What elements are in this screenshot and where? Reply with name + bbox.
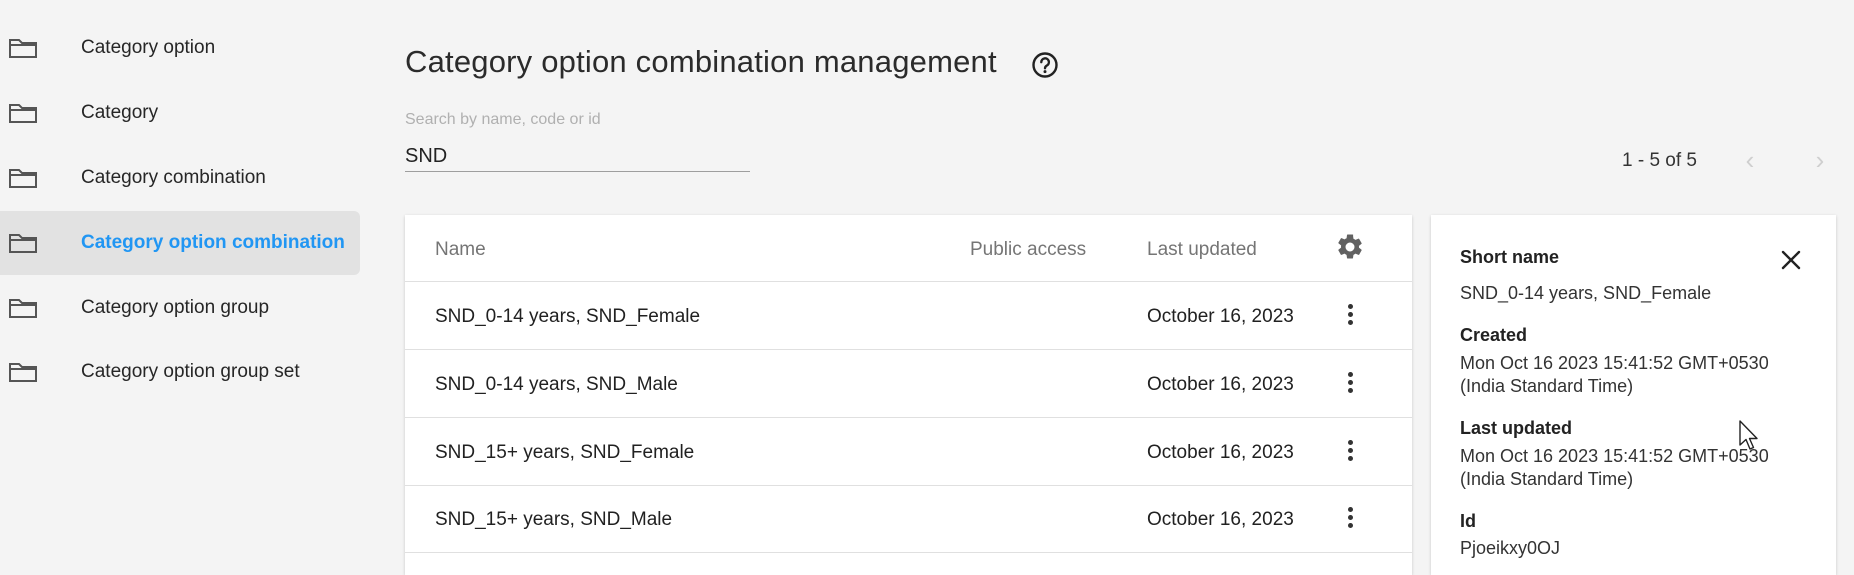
column-header-last-updated[interactable]: Last updated [1147,239,1257,261]
detail-last-updated-value-tz: (India Standard Time) [1460,469,1634,489]
data-table: Name Public access Last updated SND_0-14… [405,215,1412,575]
mouse-cursor-icon [1739,420,1758,450]
cell-name: SND_15+ years, SND_Female [435,442,695,463]
folder-icon [9,363,37,382]
sidebar-item-label: Category option group [81,297,270,318]
table-row[interactable]: SND_15+ years, SND_Male October 16, 2023 [405,485,1412,553]
sidebar-item-label: Category option [81,37,216,58]
detail-short-name-label: Short name [1460,247,1560,267]
search-label: Search by name, code or id [405,111,601,128]
sidebar-item-category-combination[interactable]: Category combination [0,146,360,210]
gear-icon[interactable] [1335,232,1365,262]
details-panel: Short name SND_0-14 years, SND_Female Cr… [1431,215,1836,575]
detail-id-label: Id [1460,511,1476,531]
sidebar-item-label: Category combination [81,167,266,188]
folder-icon [9,39,37,58]
detail-id-value: Pjoeikxy0OJ [1460,538,1561,558]
sidebar-item-category-option-group[interactable]: Category option group [0,276,360,340]
table-header: Name Public access Last updated [405,215,1412,282]
cell-last-updated: October 16, 2023 [1147,306,1294,327]
table-row[interactable]: SND_0-14 years, SND_Male October 16, 202… [405,350,1412,418]
column-header-name[interactable]: Name [435,239,486,261]
more-vert-icon[interactable] [1341,301,1359,331]
sidebar-item-category-option-group-set[interactable]: Category option group set [0,340,360,404]
sidebar-item-label: Category option group set [81,361,300,382]
detail-created-value-tz: (India Standard Time) [1460,376,1634,396]
detail-last-updated-label: Last updated [1460,418,1573,438]
cell-last-updated: October 16, 2023 [1147,374,1294,395]
detail-created-label: Created [1460,325,1528,345]
page-title: Category option combination management [405,44,997,79]
cell-name: SND_15+ years, SND_Male [435,509,673,530]
more-vert-icon[interactable] [1341,369,1359,399]
sidebar-item-category-option-combination[interactable]: Category option combination [0,211,360,275]
sidebar-item-label: Category [81,102,159,123]
folder-icon [9,299,37,318]
help-circle-icon[interactable] [1031,51,1059,79]
search-input[interactable] [405,141,750,172]
pagination-range: 1 - 5 of 5 [1622,150,1697,171]
chevron-right-icon[interactable]: › [1807,147,1833,174]
cell-last-updated: October 16, 2023 [1147,509,1294,530]
cell-name: SND_0-14 years, SND_Male [435,374,678,395]
detail-created-value: Mon Oct 16 2023 15:41:52 GMT+0530 [1460,353,1769,373]
cell-last-updated: October 16, 2023 [1147,442,1294,463]
cell-name: SND_0-14 years, SND_Female [435,306,701,327]
detail-short-name-value: SND_0-14 years, SND_Female [1460,283,1712,303]
column-header-public-access[interactable]: Public access [970,239,1086,261]
folder-icon [9,234,37,253]
sidebar: Category option Category Category combin… [0,0,360,571]
folder-icon [9,104,37,123]
more-vert-icon[interactable] [1341,504,1359,534]
folder-icon [9,169,37,188]
more-vert-icon[interactable] [1341,437,1359,467]
table-row[interactable]: SND_0-14 years, SND_Female October 16, 2… [405,282,1412,350]
sidebar-item-category-option[interactable]: Category option [0,16,360,80]
chevron-left-icon[interactable]: ‹ [1737,147,1763,174]
table-row[interactable]: SND_15+ years, SND_Female October 16, 20… [405,418,1412,486]
sidebar-item-category[interactable]: Category [0,81,360,145]
sidebar-item-label: Category option combination [81,232,345,253]
close-icon[interactable] [1779,248,1803,272]
